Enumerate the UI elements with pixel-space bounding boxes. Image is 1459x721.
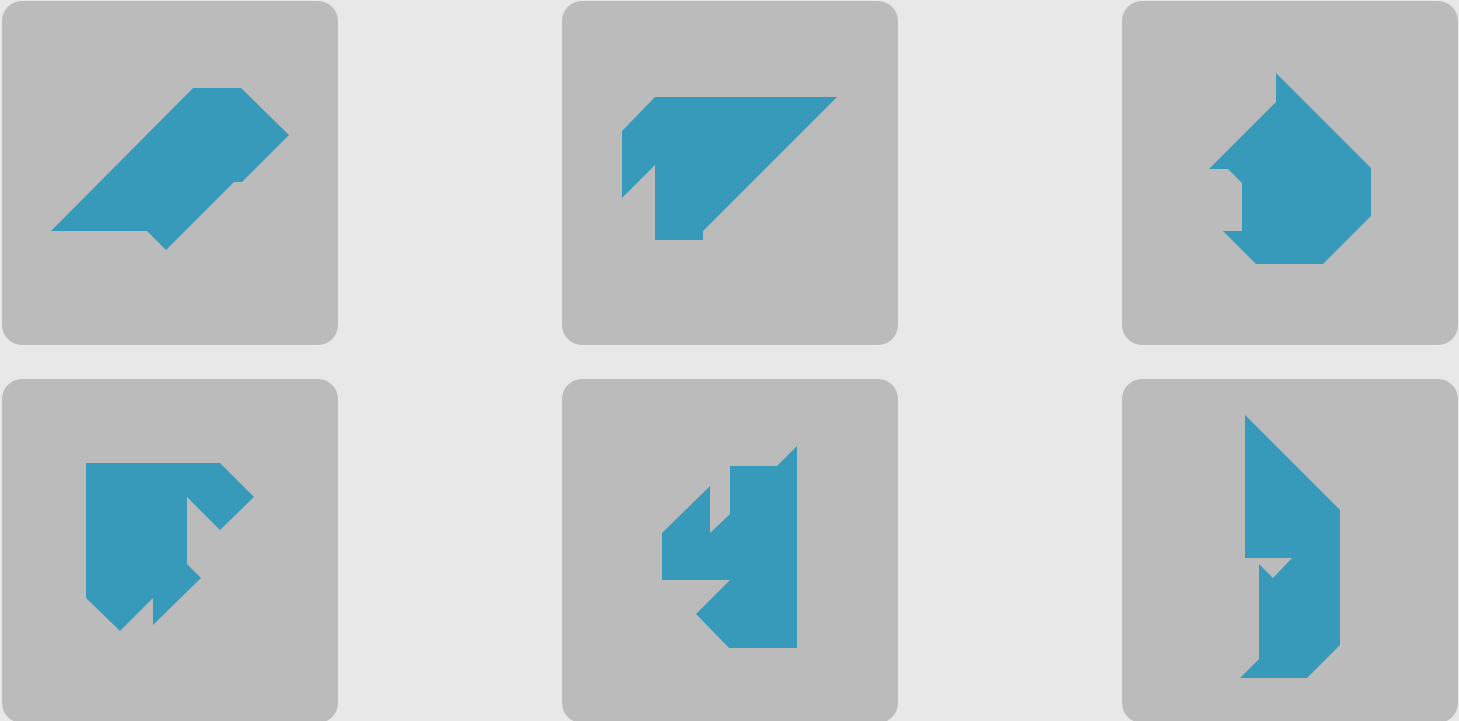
tangram-silhouette-6-icon — [1240, 415, 1340, 678]
option-tile-4[interactable] — [2, 379, 338, 721]
tangram-silhouette-5-icon — [662, 446, 797, 648]
tangram-silhouette-1-icon — [51, 88, 289, 250]
tangram-silhouette-4-icon — [86, 463, 254, 631]
tangram-silhouette-3-icon — [1209, 73, 1371, 264]
option-tile-1[interactable] — [2, 1, 338, 345]
puzzle-options-grid — [0, 0, 1459, 721]
option-tile-6[interactable] — [1122, 379, 1458, 721]
option-tile-5[interactable] — [562, 379, 898, 721]
option-tile-3[interactable] — [1122, 1, 1458, 345]
tangram-silhouette-2-icon — [622, 97, 837, 240]
option-tile-2[interactable] — [562, 1, 898, 345]
